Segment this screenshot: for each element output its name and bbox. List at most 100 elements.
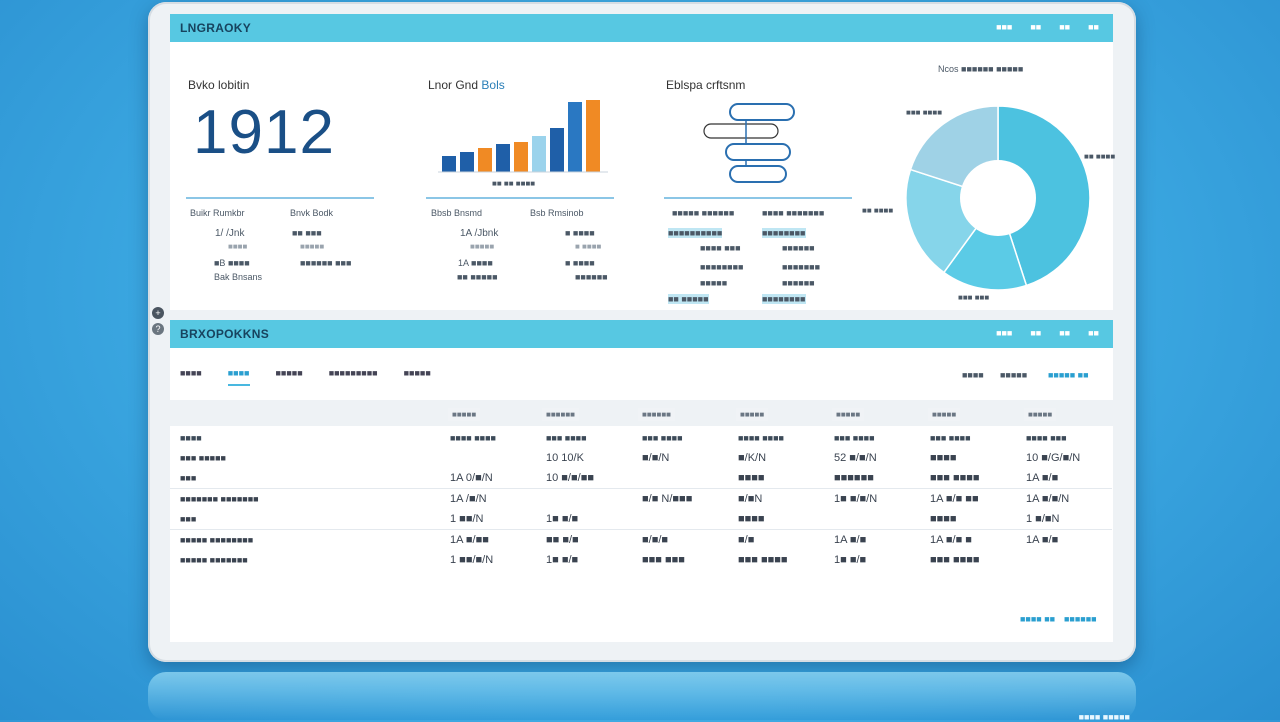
column-header[interactable]: ■■■■	[170, 428, 440, 448]
table-cell	[440, 448, 536, 468]
table-row[interactable]: ■■■ 1 ■■/N 1■ ■/■ ■■■■ ■■■■ 1 ■/■N	[170, 509, 1112, 530]
table-cell: ■■■■	[930, 513, 957, 525]
column-group: ■■■■■	[1024, 408, 1057, 421]
table-cell: 1A /■/N	[440, 488, 536, 509]
column-header[interactable]: ■■■ ■■■■	[632, 428, 728, 448]
bar-chart	[438, 100, 608, 173]
column-group: ■■■■■■	[542, 408, 579, 421]
column-header[interactable]: ■■■■ ■■■■	[440, 428, 536, 448]
table-cell: ■/■	[728, 529, 824, 550]
right-tab[interactable]: ■■■■	[962, 370, 984, 380]
tab[interactable]: ■■■■■	[404, 368, 431, 386]
diagram-cell: ■■■■ ■■■	[700, 243, 741, 253]
diagram-cell: ■■ ■■■■■	[668, 294, 709, 304]
table-cell: 1A ■/■	[1016, 529, 1112, 550]
bar-chart-caption: ■■ ■■ ■■■■	[492, 179, 536, 188]
bar	[460, 152, 474, 172]
column-header[interactable]: ■■■ ■■■■	[824, 428, 920, 448]
kpi-value: 1912	[193, 98, 335, 167]
table-cell: ■■■■	[738, 472, 765, 484]
kpi-divider	[186, 197, 374, 199]
reports-nav-item[interactable]: ■■	[1030, 328, 1041, 338]
table-cell: ■/■/N	[642, 452, 670, 464]
tab[interactable]: ■■■■■■■■■	[329, 368, 378, 386]
bar	[514, 142, 528, 172]
footer-link[interactable]: ■■■■■■	[1064, 614, 1097, 624]
table-cell: ■/■N	[728, 488, 824, 509]
table-cell: ■/K/N	[738, 452, 767, 464]
flow-node	[725, 143, 791, 161]
table-cell: 1 ■■/■/N	[450, 554, 494, 566]
row-label: ■■■■■ ■■■■■■■	[180, 555, 248, 565]
diagram-cell: ■■■■■■■■	[762, 294, 806, 304]
table-row[interactable]: ■■■ 1A 0/■/N 10 ■/■/■■ ■■■■ ■■■■■■ ■■■ ■■■■ 1A…	[170, 468, 1112, 489]
footer-link[interactable]: ■■■■ ■■	[1020, 614, 1055, 624]
kpi-cell: ■■■■	[228, 242, 248, 251]
kpi-cell: ■■■■■■ ■■■	[300, 258, 352, 268]
reports-nav: ■■■ ■■ ■■ ■■	[996, 328, 1099, 338]
dashboard-nav-item[interactable]: ■■	[1059, 22, 1070, 32]
column-header[interactable]: ■■■ ■■■■	[920, 428, 1016, 448]
bar-cell: ■ ■■■■	[565, 228, 595, 238]
diagram-cell: ■■■■■■■■	[762, 228, 806, 238]
table-cell: 1A ■/■ ■	[920, 529, 1016, 550]
reports-nav-item[interactable]: ■■	[1059, 328, 1070, 338]
table-cell: 1■ ■/■	[546, 513, 579, 525]
diagram-divider	[664, 197, 852, 199]
table-cell: 1A 0/■/N	[450, 472, 493, 484]
column-header[interactable]: ■■■ ■■■■	[536, 428, 632, 448]
column-header[interactable]: ■■■■ ■■■■	[728, 428, 824, 448]
flow-node	[729, 165, 787, 183]
donut-label: ■■ ■■■■	[862, 206, 894, 215]
column-group: ■■■■■	[736, 408, 769, 421]
bar	[586, 100, 600, 172]
table-cell	[632, 509, 728, 530]
dashboard-nav-item[interactable]: ■■	[1030, 22, 1041, 32]
bar	[532, 136, 546, 172]
table-cell	[1016, 550, 1112, 570]
column-header[interactable]: ■■■■ ■■■	[1016, 428, 1112, 448]
side-add-icon[interactable]: +	[152, 307, 164, 319]
diagram-title: Eblspa crftsnm	[666, 78, 746, 92]
kpi-cell: ■■■■■	[300, 242, 325, 251]
bar-cell: ■ ■■■■	[565, 258, 595, 268]
row-label: ■■■	[180, 514, 197, 524]
table-cell: 1A ■/■	[824, 529, 920, 550]
table-header-row: ■■■■ ■■■■ ■■■■ ■■■ ■■■■ ■■■ ■■■■ ■■■■ ■■…	[170, 428, 1112, 448]
bar	[550, 128, 564, 172]
tablet-reflection	[148, 672, 1136, 720]
tab[interactable]: ■■■■	[180, 368, 202, 386]
table-row[interactable]: ■■■■■ ■■■■■■■ 1 ■■/■/N 1■ ■/■ ■■■ ■■■ ■■■ ■■…	[170, 550, 1112, 570]
diagram-cell: ■■■■■■	[782, 243, 815, 253]
dashboard-nav: ■■■ ■■ ■■ ■■	[996, 22, 1099, 32]
dashboard-nav-item[interactable]: ■■■	[996, 22, 1012, 32]
table-cell	[536, 488, 632, 509]
right-tab[interactable]: ■■■■■	[1000, 370, 1027, 380]
table-row[interactable]: ■■■■■ ■■■■■■■■ 1A ■/■■ ■■ ■/■ ■/■/■ ■/■ 1A ■/…	[170, 529, 1112, 550]
reports-nav-item[interactable]: ■■	[1088, 328, 1099, 338]
table-cell: ■■■ ■■■	[642, 554, 685, 566]
bar	[568, 102, 582, 172]
table-cell: 1 ■■/N	[450, 513, 484, 525]
reports-tabs: ■■■■ ■■■■ ■■■■■ ■■■■■■■■■ ■■■■■	[180, 368, 431, 386]
tab[interactable]: ■■■■■	[276, 368, 303, 386]
column-group: ■■■■■■	[638, 408, 675, 421]
row-label: ■■■ ■■■■■	[180, 453, 226, 463]
table-cell: 10 ■/G/■/N	[1026, 452, 1081, 464]
table-cell	[632, 468, 728, 489]
table-row[interactable]: ■■■ ■■■■■ 10 10/K ■/■/N ■/K/N 52 ■/■/N ■■■■ 10…	[170, 448, 1112, 468]
table-cell: ■■■ ■■■■	[738, 554, 788, 566]
bar-chart-title: Lnor Gnd Bols	[428, 78, 505, 92]
table-cell: 1A ■/■/N	[1016, 488, 1112, 509]
tab-active[interactable]: ■■■■	[227, 368, 250, 386]
flow-node	[703, 123, 779, 139]
bar-cell: 1A /Jbnk	[460, 228, 499, 239]
donut-label: ■■■ ■■■	[958, 293, 990, 302]
dashboard-nav-item[interactable]: ■■	[1088, 22, 1099, 32]
right-tab[interactable]: ■■■■■ ■■	[1048, 370, 1089, 380]
flow-node	[729, 103, 795, 121]
side-help-icon[interactable]: ?	[152, 323, 164, 335]
diagram-cell: ■■■■■■	[782, 278, 815, 288]
reports-nav-item[interactable]: ■■■	[996, 328, 1012, 338]
table-row[interactable]: ■■■■■■■ ■■■■■■■ 1A /■/N ■/■ N/■■■ ■/■N 1■ ■/…	[170, 488, 1112, 509]
